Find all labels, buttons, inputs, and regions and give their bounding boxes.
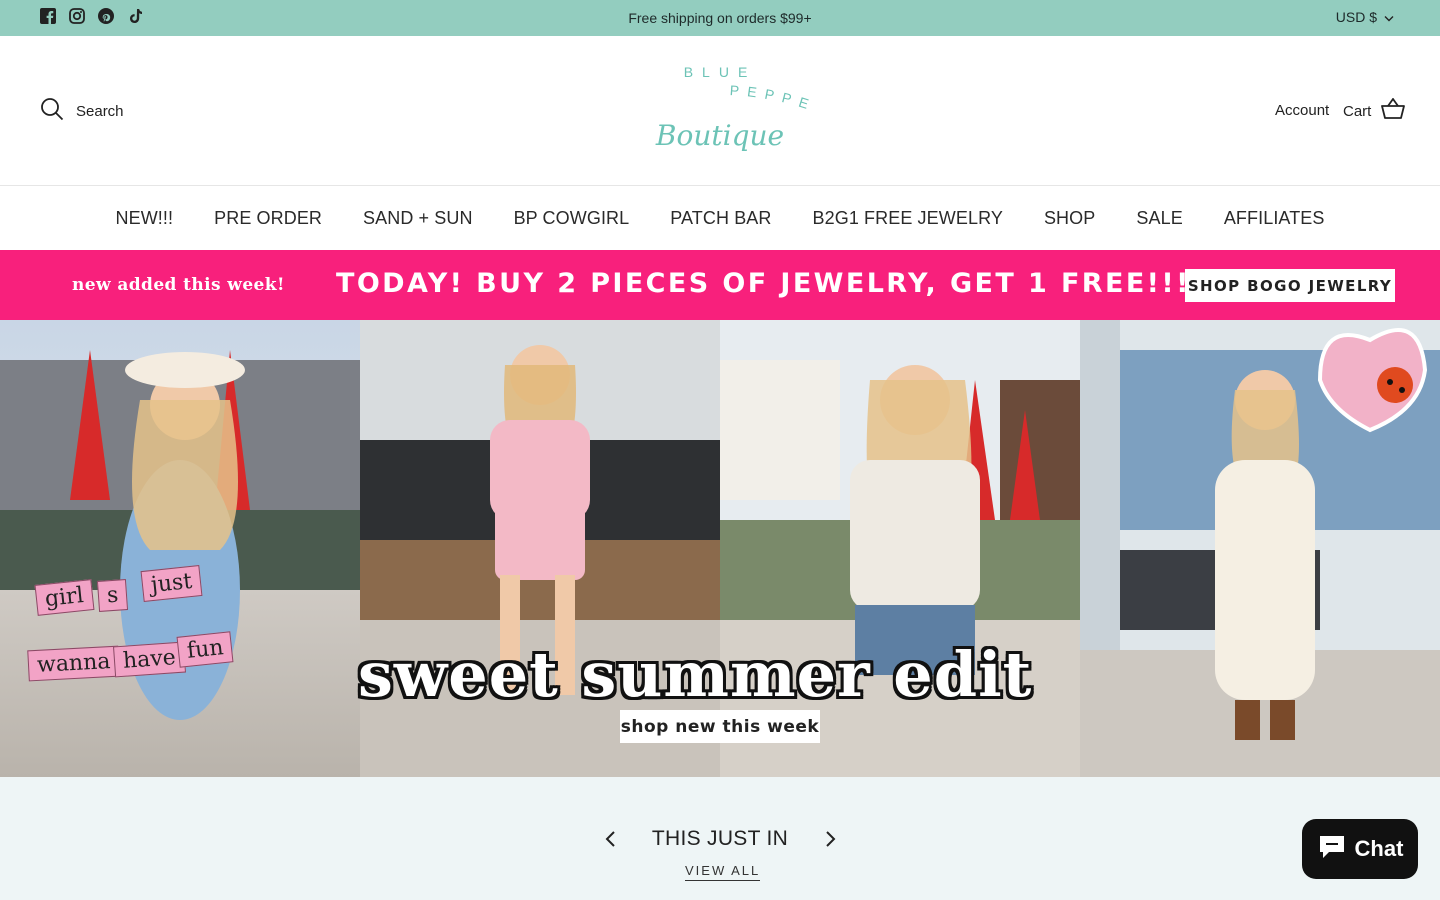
- site-logo[interactable]: BLUE PEPPERMINT Boutique: [615, 47, 815, 160]
- chevron-right-icon[interactable]: [822, 830, 838, 853]
- chat-label: Chat: [1354, 836, 1404, 861]
- main-navigation: NEW!!! PRE ORDER SAND + SUN BP COWGIRL P…: [0, 186, 1440, 250]
- section-title: THIS JUST IN: [651, 827, 789, 850]
- cart-button[interactable]: Cart: [1343, 97, 1406, 124]
- site-header: Search BLUE PEPPERMINT Boutique Account …: [0, 36, 1440, 186]
- nav-item-b2g1-jewelry[interactable]: B2G1 FREE JEWELRY: [813, 208, 1003, 229]
- currency-selector[interactable]: USD $: [1336, 9, 1394, 25]
- chevron-down-icon: [1384, 9, 1394, 25]
- nav-item-affiliates[interactable]: AFFILIATES: [1224, 208, 1325, 229]
- sticker-word: girl: [34, 579, 95, 616]
- sticker-word: fun: [176, 631, 234, 668]
- promo-new-text: new added this week!: [72, 275, 285, 295]
- nav-item-bp-cowgirl[interactable]: BP COWGIRL: [514, 208, 630, 229]
- sticker-word: have: [113, 641, 186, 678]
- this-just-in-section: THIS JUST IN VIEW ALL: [0, 777, 1440, 900]
- logo-line1: BLUE: [684, 64, 757, 80]
- hero-banner[interactable]: girl s just wanna have fun sweet summer …: [0, 320, 1440, 777]
- nav-item-shop[interactable]: SHOP: [1044, 208, 1095, 229]
- promo-banner[interactable]: new added this week! TODAY! BUY 2 PIECES…: [0, 250, 1440, 320]
- announcement-text: Free shipping on orders $99+: [628, 10, 812, 26]
- sticker-word: wanna: [27, 645, 121, 682]
- view-all-link[interactable]: VIEW ALL: [685, 863, 761, 881]
- chat-bubble-icon: [1317, 832, 1347, 866]
- hero-cta[interactable]: shop new this week: [620, 710, 820, 743]
- promo-headline: TODAY! BUY 2 PIECES OF JEWELRY, GET 1 FR…: [336, 268, 1191, 299]
- cart-label: Cart: [1343, 102, 1372, 120]
- search-button[interactable]: Search: [40, 97, 124, 125]
- search-icon: [40, 97, 64, 125]
- nav-item-patch-bar[interactable]: PATCH BAR: [670, 208, 771, 229]
- nav-item-pre-order[interactable]: PRE ORDER: [214, 208, 322, 229]
- shop-bogo-button[interactable]: SHOP BOGO JEWELRY: [1185, 269, 1395, 302]
- nav-item-sale[interactable]: SALE: [1136, 208, 1182, 229]
- announcement-bar: Free shipping on orders $99+ USD $: [0, 0, 1440, 36]
- sticker-word: s: [96, 579, 129, 612]
- currency-label: USD $: [1335, 9, 1377, 25]
- basket-icon: [1381, 97, 1406, 124]
- nav-item-sand-sun[interactable]: SAND + SUN: [363, 208, 473, 229]
- logo-line3: Boutique: [655, 119, 784, 152]
- nav-item-new[interactable]: NEW!!!: [116, 208, 174, 229]
- account-link[interactable]: Account: [1275, 102, 1329, 119]
- search-label: Search: [76, 102, 124, 120]
- hero-title: sweet summer edit: [358, 638, 1033, 711]
- chat-button[interactable]: Chat: [1302, 819, 1418, 879]
- sticker-word: just: [140, 564, 203, 603]
